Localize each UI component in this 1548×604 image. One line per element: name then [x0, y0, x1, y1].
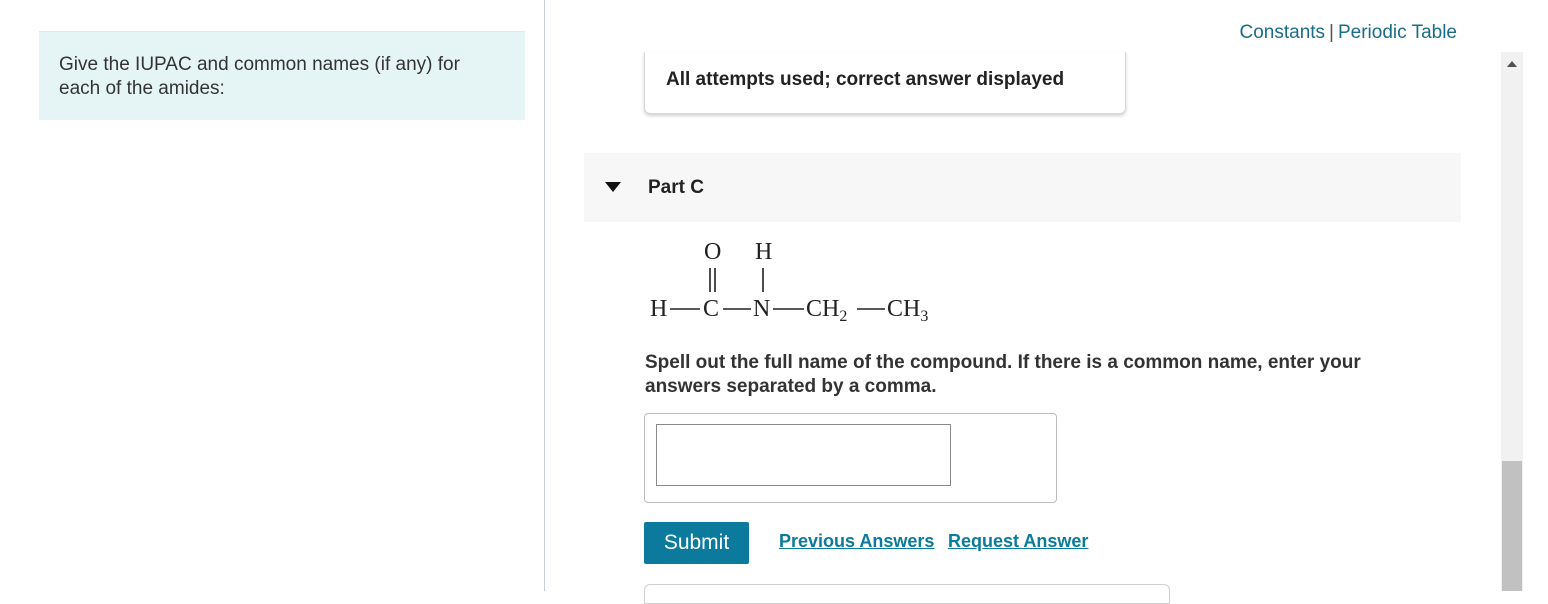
group-ch2-subscript: 2: [839, 308, 847, 325]
part-c-header[interactable]: Part C: [584, 153, 1461, 222]
submit-button[interactable]: Submit: [644, 522, 749, 564]
atom-oxygen: O: [704, 239, 721, 265]
pane-divider[interactable]: [544, 0, 545, 591]
atom-hydrogen-top: H: [755, 239, 772, 265]
group-ch3-base: CH: [887, 296, 920, 322]
group-ch3: CH3: [887, 296, 928, 325]
answer-input[interactable]: [656, 424, 951, 486]
part-title: Part C: [648, 177, 704, 198]
link-separator: |: [1329, 22, 1334, 43]
atom-nitrogen: N: [753, 296, 770, 322]
attempts-status-box: All attempts used; correct answer displa…: [644, 52, 1126, 114]
group-ch2-base: CH: [806, 296, 839, 322]
status-message: All attempts used; correct answer displa…: [666, 69, 1065, 90]
scrollbar-thumb[interactable]: [1502, 461, 1522, 591]
caret-down-icon[interactable]: [605, 182, 621, 192]
request-answer-link[interactable]: Request Answer: [948, 531, 1088, 552]
atom-hydrogen-left: H: [650, 296, 667, 322]
top-links: Constants | Periodic Table: [1160, 22, 1458, 44]
group-ch2: CH2: [806, 296, 847, 325]
molecule-structure: O H H C N CH2 CH3: [650, 239, 928, 325]
group-ch3-subscript: 3: [920, 308, 928, 325]
answer-box: [644, 413, 1057, 503]
atom-carbon: C: [703, 296, 719, 322]
vertical-scrollbar[interactable]: [1501, 52, 1523, 591]
problem-prompt: Give the IUPAC and common names (if any)…: [39, 31, 525, 120]
constants-link[interactable]: Constants: [1240, 22, 1326, 43]
next-panel-edge: [644, 584, 1170, 604]
prompt-text: Give the IUPAC and common names (if any)…: [59, 54, 460, 99]
periodic-table-link[interactable]: Periodic Table: [1338, 22, 1457, 43]
left-pane: Give the IUPAC and common names (if any)…: [0, 0, 544, 591]
scroll-up-arrow-icon[interactable]: [1507, 61, 1517, 67]
instruction-text: Spell out the full name of the compound.…: [645, 352, 1361, 397]
previous-answers-link[interactable]: Previous Answers: [779, 531, 934, 552]
